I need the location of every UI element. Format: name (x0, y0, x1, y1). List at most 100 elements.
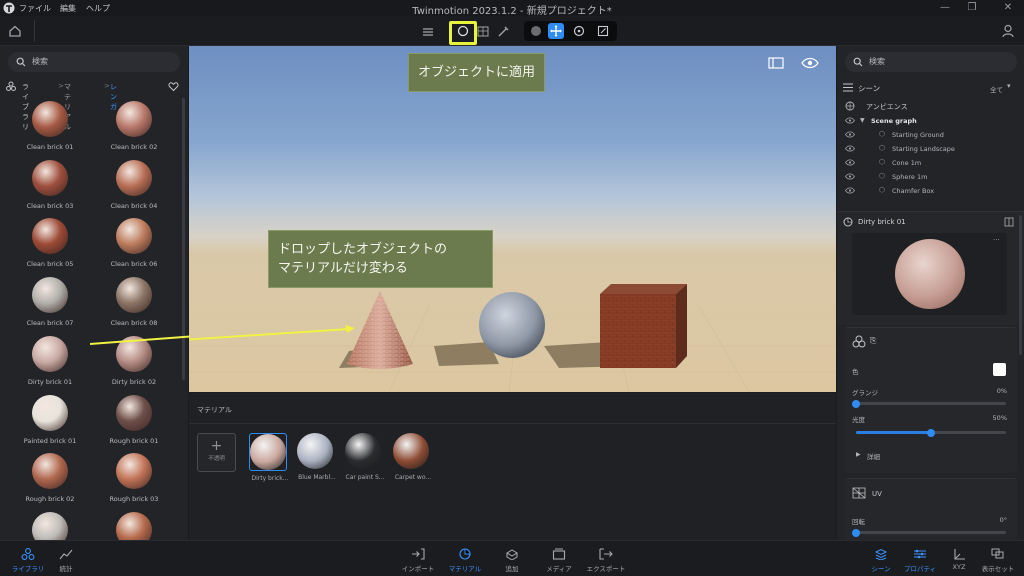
material-tile[interactable]: Clean brick 04 (94, 159, 174, 218)
import-label: インポート (401, 565, 435, 573)
display-set-icon (991, 548, 1005, 560)
rotation-slider-track[interactable] (856, 531, 1006, 534)
add-material-button[interactable]: + 不透明 (197, 433, 236, 472)
add-label: 追加 (505, 565, 519, 573)
chevron-down-icon[interactable]: ▾ (1007, 82, 1011, 90)
import-tab[interactable]: インポート (394, 542, 442, 576)
export-tab[interactable]: エクスポート (582, 542, 630, 576)
add-material-label: 不透明 (208, 456, 225, 462)
stats-tab[interactable]: 統計 (42, 542, 90, 576)
eye-icon[interactable] (845, 145, 855, 152)
scene-tree-item[interactable]: Starting Ground (892, 131, 944, 139)
move-button[interactable] (548, 23, 564, 39)
rotation-slider-knob[interactable] (852, 529, 860, 537)
scene-icon (874, 548, 888, 560)
grunge-label: グランジ (852, 389, 878, 397)
scene-search[interactable]: 検索 (845, 52, 1017, 72)
material-slot-thumbnail (345, 433, 381, 469)
material-slot[interactable]: Dirty brick... (249, 433, 289, 482)
eye-icon[interactable] (845, 187, 855, 194)
scale-button[interactable] (595, 23, 611, 39)
material-slot-label: Dirty brick... (251, 475, 289, 482)
media-tab[interactable]: メディア (535, 542, 583, 576)
grunge-slider-track[interactable] (856, 402, 1006, 405)
rotate-button[interactable] (571, 23, 587, 39)
eye-icon[interactable] (845, 131, 855, 138)
material-slot[interactable]: Carpet wo... (393, 433, 431, 481)
grunge-value: 0% (996, 387, 1007, 395)
brightness-slider-fill (856, 431, 931, 434)
close-icon[interactable]: ✕ (1002, 2, 1014, 14)
scene-tree-item[interactable]: Starting Landscape (892, 145, 955, 153)
library-search[interactable]: 検索 (8, 52, 180, 72)
material-label: Dirty brick 01 (27, 377, 73, 386)
scene-graph-node[interactable]: Scene graph (871, 117, 917, 125)
globe-icon (845, 101, 855, 111)
split-view-icon[interactable] (1004, 217, 1014, 227)
material-tile[interactable]: Clean brick 01 (10, 101, 90, 159)
properties-scrollbar[interactable] (1019, 215, 1022, 355)
material-tile[interactable]: Clean brick 07 (10, 277, 90, 335)
grunge-slider-knob[interactable] (852, 400, 860, 408)
callout-drop-note: ドロップしたオブジェクトの マテリアルだけ変わる (268, 230, 493, 288)
material-tile[interactable]: Dirty brick 01 (10, 335, 90, 394)
scene-filter-select[interactable]: 全て (990, 84, 1003, 94)
material-tile[interactable]: Clean brick 02 (94, 101, 174, 159)
callout-apply-to-object: オブジェクトに適用 (408, 53, 546, 92)
material-label: Dirty brick 02 (111, 377, 157, 386)
material-tab[interactable]: マテリアル (441, 542, 489, 576)
scene-tree-item[interactable]: Sphere 1m (892, 173, 927, 181)
object-icon: ⬡ (879, 186, 886, 194)
display-set-tab[interactable]: 表示セット (974, 542, 1022, 576)
minimize-icon[interactable]: — (939, 2, 951, 14)
local-axis-button[interactable] (528, 23, 544, 39)
material-tile[interactable]: Clean brick 08 (94, 277, 174, 335)
layers-icon[interactable] (419, 22, 437, 40)
material-tile[interactable]: Rough brick 03 (94, 453, 174, 511)
window-title: Twinmotion 2023.1.2 - 新規プロジェクト* (412, 6, 612, 17)
eye-icon[interactable] (845, 117, 855, 124)
brightness-label: 光度 (852, 416, 865, 424)
favorite-heart-icon[interactable] (168, 81, 179, 92)
media-label: メディア (546, 565, 572, 573)
panel-toggle-icon[interactable] (768, 57, 784, 69)
import-icon (411, 548, 425, 560)
brightness-slider-knob[interactable] (927, 429, 935, 437)
color-swatch[interactable] (993, 363, 1006, 376)
material-tile[interactable]: Clean brick 03 (10, 159, 90, 218)
home-icon[interactable] (6, 22, 24, 40)
scene-tree-item[interactable]: Cone 1m (892, 159, 921, 167)
eye-icon[interactable] (845, 173, 855, 180)
material-tile[interactable]: Painted brick 01 (10, 394, 90, 453)
eye-icon[interactable] (845, 159, 855, 166)
ambience-item[interactable]: アンビエンス (866, 102, 908, 112)
material-slot[interactable]: Blue Marbl... (297, 433, 336, 481)
3d-viewport[interactable]: オブジェクトに適用 ドロップしたオブジェクトの マテリアルだけ変わる (189, 46, 836, 392)
material-thumbnail (32, 101, 68, 137)
details-expand-icon[interactable]: ▶ (856, 451, 861, 458)
details-toggle[interactable]: 詳細 (867, 451, 880, 461)
breadcrumb-sep: > (58, 82, 64, 90)
restore-icon[interactable]: ❐ (966, 2, 978, 14)
eyedropper-icon[interactable] (494, 22, 512, 40)
uv-pattern-icon (852, 487, 866, 499)
tree-expand-icon[interactable]: ▼ (860, 117, 865, 124)
user-icon[interactable] (1000, 23, 1016, 39)
copy-icon[interactable]: ⎘ (870, 336, 876, 346)
scene-tree-item[interactable]: Chamfer Box (892, 187, 934, 195)
add-tab[interactable]: 追加 (488, 542, 536, 576)
material-icon (458, 548, 472, 560)
callout-drop-note-line1: ドロップしたオブジェクトの (278, 242, 448, 257)
material-label: Rough brick 02 (25, 495, 75, 504)
uv-title: UV (872, 490, 882, 498)
material-tile[interactable]: Clean brick 06 (94, 218, 174, 276)
material-tile[interactable]: Rough brick 01 (94, 394, 174, 453)
visibility-eye-icon[interactable] (801, 57, 819, 69)
material-slot[interactable]: Car paint S... (345, 433, 385, 481)
more-options-icon[interactable]: ··· (993, 236, 1000, 244)
brightness-value: 50% (992, 414, 1007, 422)
material-slot-label: Blue Marbl... (298, 474, 336, 481)
material-tile[interactable]: Clean brick 05 (10, 218, 90, 276)
material-thumbnail (116, 277, 152, 314)
material-tile[interactable]: Rough brick 02 (10, 453, 90, 511)
